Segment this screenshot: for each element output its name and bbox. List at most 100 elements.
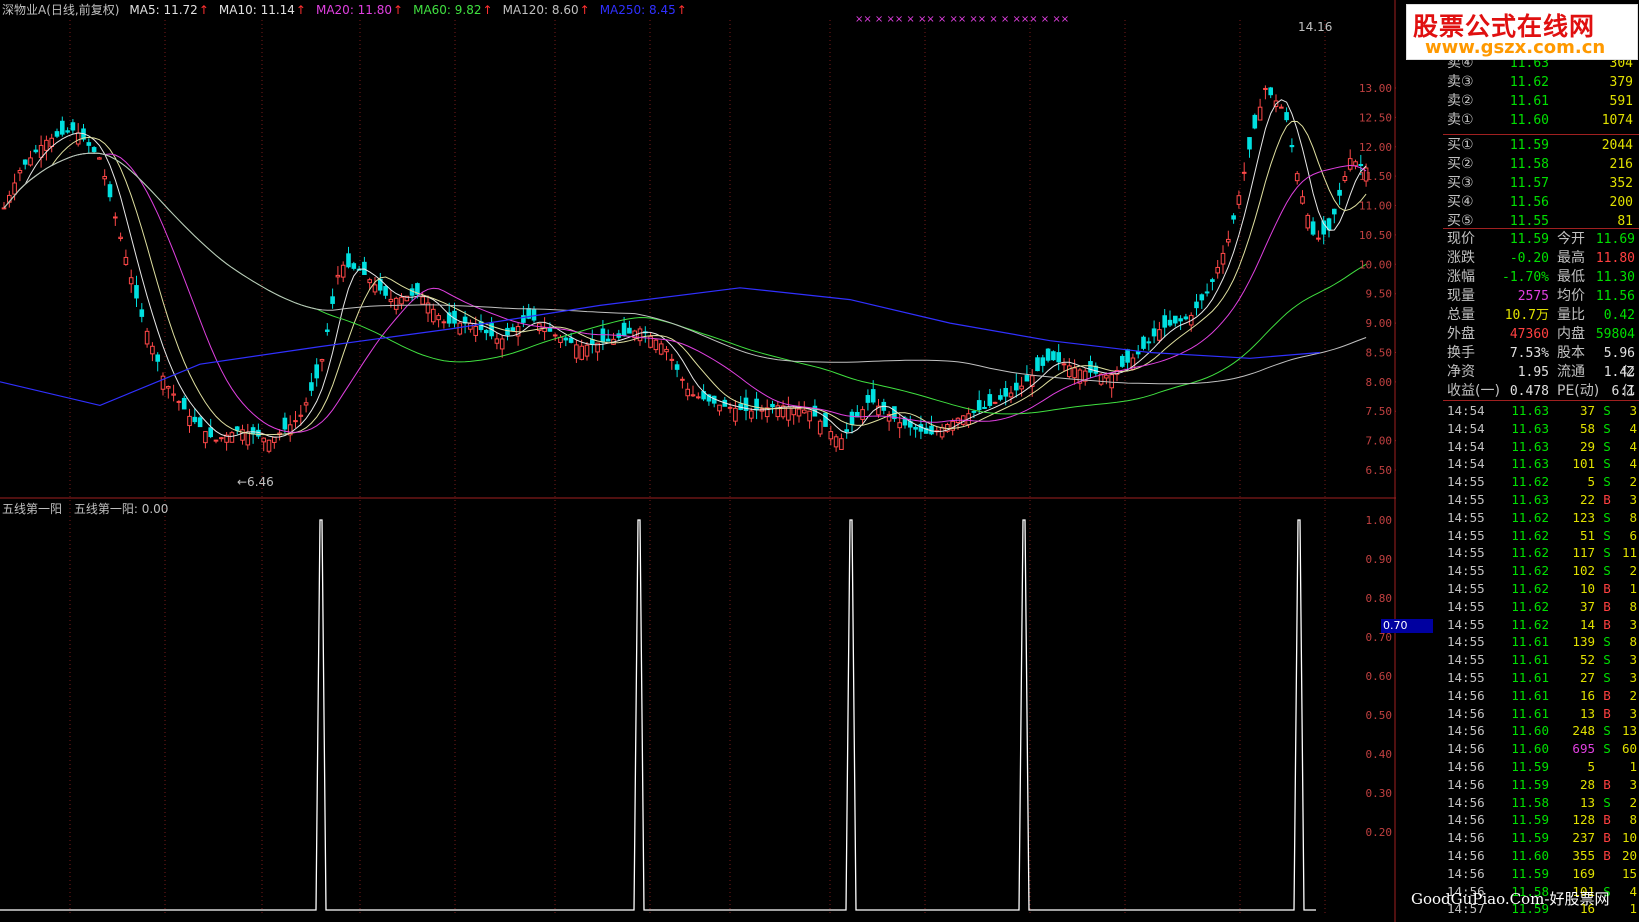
trade-count: 8	[1629, 509, 1637, 525]
trade-side: S	[1603, 509, 1611, 525]
candle-body	[987, 394, 993, 406]
price-tick-label: 11.00	[1359, 200, 1392, 213]
trade-count: 3	[1629, 403, 1637, 418]
quote-label: 量比	[1557, 307, 1585, 323]
chart-header: 深物业A(日线,前复权) MA5: 11.72↑ MA10: 11.14↑ MA20…	[2, 1, 687, 19]
candle-body	[590, 339, 595, 345]
trade-side: S	[1603, 474, 1611, 490]
up-arrow-icon: ↑	[579, 3, 590, 17]
candle-body	[1045, 348, 1051, 361]
trade-count: 4	[1629, 438, 1637, 454]
candle-body	[1104, 374, 1109, 379]
trade-row: 14:56 11.59 169 15	[1443, 865, 1639, 883]
quote-row: 现量 2575 均价 11.56	[1443, 287, 1639, 306]
trade-side: S	[1603, 670, 1611, 685]
trade-price: 11.63	[1511, 403, 1549, 418]
ask-row[interactable]: 卖② 11.61 591	[1443, 92, 1639, 111]
price-tick-label: 13.00	[1359, 82, 1392, 95]
bid-label: 买③	[1447, 175, 1474, 191]
bid-row[interactable]: 买③ 11.57 352	[1443, 174, 1639, 193]
candle-body	[160, 375, 166, 390]
candle-body	[362, 261, 367, 275]
ask-volume: 379	[1609, 75, 1633, 90]
quote-value: -0.20	[1509, 251, 1549, 266]
trade-qty: 248	[1572, 723, 1595, 739]
quote-label: 流通	[1557, 364, 1585, 380]
footer-watermark: GoodGuPiao.Com-好股票网	[1411, 890, 1610, 908]
watermark-url: www.gszx.com.cn	[1425, 37, 1606, 58]
quote-value: 0.42	[1603, 308, 1635, 323]
trade-row: 14:55 11.61 27 S 3	[1443, 669, 1639, 687]
trade-time: 14:54	[1447, 420, 1485, 436]
quote-row: 总量 10.7万 量比 0.42	[1443, 306, 1639, 325]
ma-line	[3, 152, 1367, 433]
candle-body	[139, 309, 145, 317]
vertical-gridlines	[69, 20, 1326, 915]
trade-time: 14:54	[1447, 403, 1485, 418]
candle-body	[166, 386, 171, 389]
bid-row[interactable]: 买① 11.59 2044	[1443, 136, 1639, 155]
indicator-name[interactable]: 五线第一阳	[2, 502, 62, 516]
bid-volume: 216	[1609, 157, 1633, 172]
candle-body	[197, 417, 203, 428]
trade-qty: 29	[1579, 438, 1595, 454]
trade-price: 11.59	[1511, 812, 1549, 828]
trade-count: 20	[1621, 848, 1637, 863]
candle-body	[1162, 315, 1168, 328]
bid-volume: 200	[1609, 195, 1633, 210]
quote-panel: 卖④ 11.63 304 卖③ 11.62 379 卖② 11.61 591 卖① 11.60 107…	[1443, 0, 1639, 922]
candle-body	[547, 327, 553, 332]
candle-body	[134, 285, 139, 299]
quote-label: 净资	[1447, 364, 1475, 380]
candle-body	[171, 393, 176, 396]
quote-label: 最低	[1557, 269, 1585, 285]
trade-price: 11.61	[1511, 705, 1549, 721]
candle-body	[351, 263, 357, 269]
ask-row[interactable]: 卖③ 11.62 379	[1443, 73, 1639, 92]
candle-body	[97, 157, 102, 160]
candle-body	[733, 407, 738, 422]
candlesticks	[1, 85, 1369, 454]
candle-body	[203, 431, 208, 444]
trade-row: 14:55 11.62 123 S 8	[1443, 509, 1639, 527]
trade-row: 14:56 11.59 237 B 10	[1443, 829, 1639, 847]
quote-value: 11.30	[1595, 270, 1635, 285]
ask-row[interactable]: 卖① 11.60 1074	[1443, 111, 1639, 130]
ma-line	[3, 152, 1367, 415]
candle-body	[807, 410, 812, 422]
candle-body	[65, 130, 70, 133]
trade-side: S	[1603, 456, 1611, 472]
candle-body	[1120, 355, 1125, 367]
candle-body	[1231, 215, 1236, 220]
ask-label: 卖③	[1447, 74, 1474, 90]
trade-count: 10	[1621, 830, 1637, 846]
ma-legend-item: MA250: 8.45↑	[600, 1, 687, 19]
candle-body	[982, 406, 987, 409]
candle-body	[346, 253, 351, 268]
bid-row[interactable]: 买④ 11.56 200	[1443, 193, 1639, 212]
trade-qty: 355	[1572, 848, 1595, 863]
stock-title[interactable]: 深物业A(日线,前复权)	[2, 1, 119, 19]
trade-price: 11.59	[1511, 865, 1549, 881]
candle-body	[229, 432, 235, 443]
bid-price: 11.56	[1509, 195, 1549, 210]
candle-body	[181, 397, 187, 410]
trade-row: 14:55 11.61 52 S 3	[1443, 651, 1639, 669]
candle-body	[664, 348, 669, 353]
quote-value: -1.70%	[1502, 270, 1549, 285]
trade-count: 3	[1629, 705, 1637, 721]
candle-body	[828, 431, 834, 440]
candle-body	[319, 359, 325, 362]
trade-count: 1	[1629, 901, 1637, 917]
bid-row[interactable]: 买② 11.58 216	[1443, 155, 1639, 174]
kline-chart[interactable]: 13.00 12.50 12.00 11.50 11.00 10.50 10.00 9.50 9…	[0, 0, 1396, 922]
candle-body	[1337, 189, 1342, 196]
trade-price: 11.61	[1511, 634, 1549, 650]
candle-body	[213, 439, 219, 442]
trade-time: 14:56	[1447, 741, 1485, 757]
candle-body	[579, 345, 585, 360]
candle-body	[330, 296, 335, 304]
trade-side: B	[1603, 616, 1611, 632]
candle-body	[844, 429, 850, 432]
trade-qty: 51	[1579, 527, 1595, 543]
